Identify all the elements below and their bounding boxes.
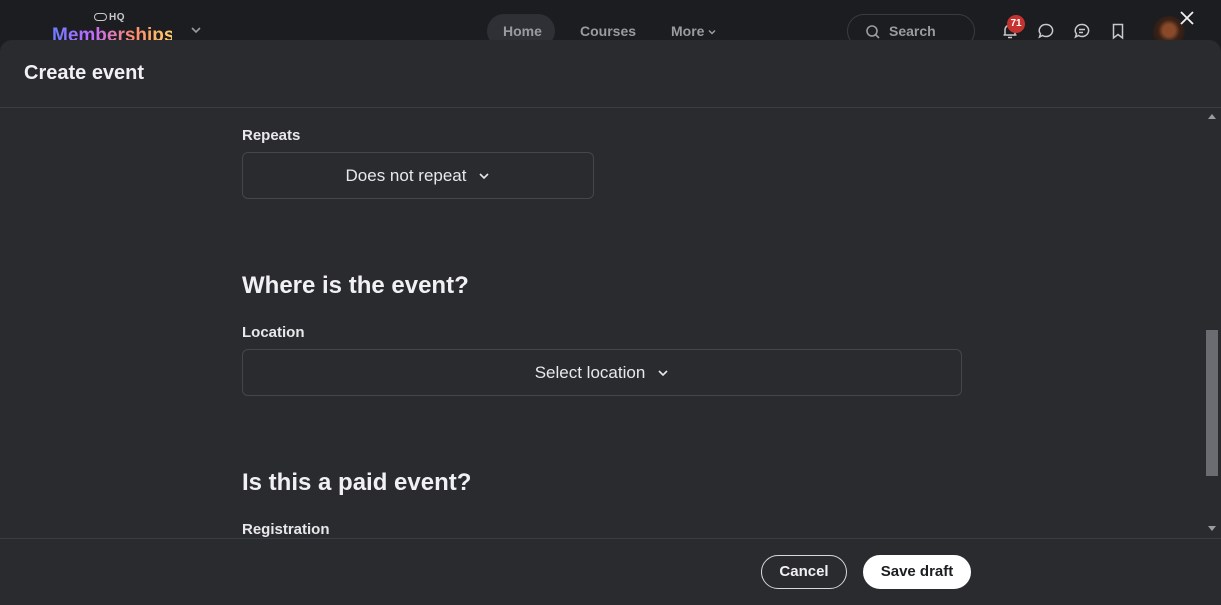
- brand-logo[interactable]: HQ Memberships: [52, 10, 172, 42]
- logo-small-text: HQ: [94, 12, 125, 23]
- messages-icon[interactable]: [1073, 22, 1091, 40]
- chevron-down-icon: [708, 30, 716, 35]
- search-icon: [866, 25, 880, 39]
- repeats-label: Repeats: [242, 127, 301, 144]
- chevron-down-icon[interactable]: [190, 24, 202, 36]
- chevron-down-icon: [479, 172, 490, 179]
- cancel-button[interactable]: Cancel: [761, 555, 847, 589]
- scroll-up-arrow[interactable]: [1208, 114, 1216, 119]
- scroll-down-arrow[interactable]: [1208, 526, 1216, 531]
- modal-footer: Cancel Save draft: [0, 538, 1221, 605]
- logo-small-label: HQ: [109, 12, 125, 23]
- logo-glasses-icon: [94, 13, 107, 21]
- chat-bubble-icon[interactable]: [1037, 22, 1055, 40]
- where-section-title: Where is the event?: [242, 272, 469, 299]
- repeats-select[interactable]: Does not repeat: [242, 152, 594, 199]
- save-draft-button[interactable]: Save draft: [863, 555, 971, 589]
- nav-more-label: More: [671, 23, 705, 39]
- modal-title: Create event: [24, 62, 145, 84]
- location-select[interactable]: Select location: [242, 349, 962, 396]
- close-icon[interactable]: [1179, 10, 1195, 26]
- location-label: Location: [242, 324, 305, 341]
- bookmark-icon[interactable]: [1109, 22, 1127, 40]
- registration-label: Registration: [242, 521, 330, 538]
- repeats-value: Does not repeat: [345, 165, 467, 185]
- chevron-down-icon: [658, 369, 668, 376]
- notification-badge: 71: [1007, 15, 1025, 33]
- paid-section-title: Is this a paid event?: [242, 469, 472, 496]
- location-placeholder: Select location: [534, 362, 646, 382]
- scrollbar[interactable]: [1205, 108, 1219, 538]
- modal-body[interactable]: Repeats Does not repeat Where is the eve…: [0, 108, 1221, 538]
- create-event-modal: Create event Repeats Does not repeat Whe…: [0, 40, 1221, 605]
- modal-header: Create event: [0, 40, 1221, 108]
- scroll-thumb[interactable]: [1206, 330, 1218, 476]
